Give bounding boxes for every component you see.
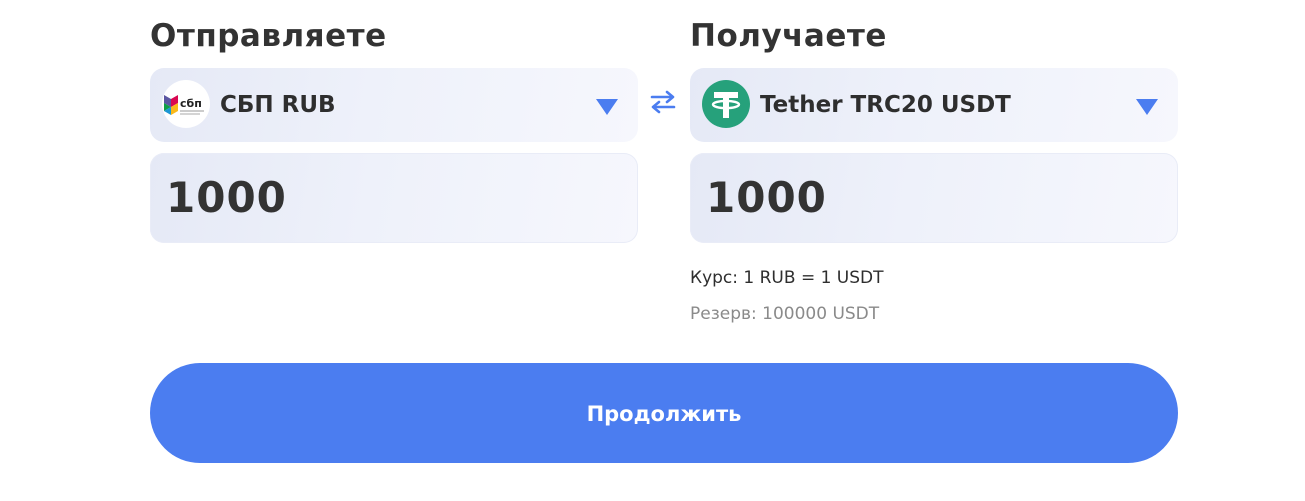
send-title: Отправляете <box>150 18 387 54</box>
chevron-down-icon[interactable] <box>1136 99 1158 115</box>
receive-amount-input[interactable]: 1000 <box>690 153 1178 243</box>
swap-arrows-icon[interactable] <box>648 90 678 114</box>
svg-text:сбп: сбп <box>180 97 202 110</box>
receive-currency-select[interactable]: Tether TRC20 USDT <box>690 68 1178 142</box>
continue-button[interactable]: Продолжить <box>150 363 1178 463</box>
receive-currency-label: Tether TRC20 USDT <box>760 92 1011 118</box>
send-amount-value[interactable]: 1000 <box>166 153 287 243</box>
send-currency-select[interactable]: сбп СБП RUB <box>150 68 638 142</box>
send-amount-input[interactable]: 1000 <box>150 153 638 243</box>
send-currency-label: СБП RUB <box>220 92 336 118</box>
exchange-rate-text: Курс: 1 RUB = 1 USDT <box>690 268 884 288</box>
tether-logo-icon <box>702 80 750 128</box>
sbp-logo-icon: сбп <box>162 80 210 128</box>
receive-title: Получаете <box>690 18 887 54</box>
reserve-text: Резерв: 100000 USDT <box>690 304 880 324</box>
receive-amount-value[interactable]: 1000 <box>706 153 827 243</box>
chevron-down-icon[interactable] <box>596 99 618 115</box>
